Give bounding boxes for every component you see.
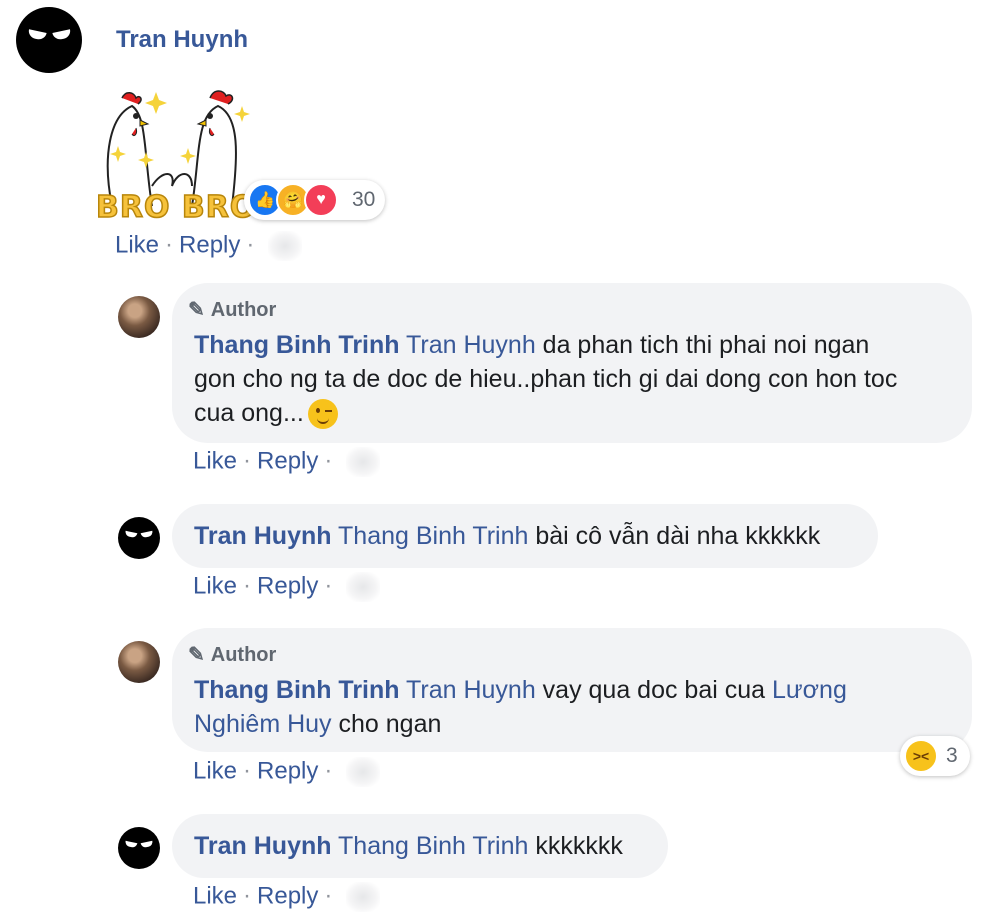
emoji-mouth <box>316 416 329 425</box>
emoji-eye <box>324 410 332 413</box>
reply-author[interactable]: Tran Huynh <box>194 522 332 550</box>
reply-line: Tran Huynh Thang Binh Trinh bài cô vẫn d… <box>194 519 820 553</box>
comment-actions: Like · Reply · <box>193 882 381 912</box>
author-badge: ✎ Author <box>188 638 276 672</box>
wink-emoji-icon <box>307 399 338 430</box>
reply-text-line: da phan tich thi phai noi ngan <box>542 331 870 359</box>
reply-text: bài cô vẫn dài nha kkkkkk <box>535 522 821 550</box>
eye-shape <box>27 29 47 41</box>
reply-text-line: gon cho ng ta de doc de hieu..phan tich … <box>194 365 898 393</box>
reply-line: Thang Binh Trinh Tran Huynh vay qua doc … <box>194 673 964 707</box>
love-icon: ♥ <box>304 183 338 217</box>
eye-shape <box>124 530 138 539</box>
separator: · <box>243 447 252 475</box>
reply-text-line: cho ngan <box>338 710 442 738</box>
separator: · <box>324 572 333 600</box>
reply-bubble: ✎ Author Thang Binh Trinh Tran Huynh vay… <box>172 628 972 752</box>
separator: · <box>243 882 252 910</box>
separator: · <box>243 572 252 600</box>
reply-text: Thang Binh Trinh Tran Huynh da phan tich… <box>194 328 964 430</box>
reply-link[interactable]: Reply <box>257 757 318 784</box>
reply-text: kkkkkkk <box>535 832 623 860</box>
mention-link[interactable]: Tran Huynh <box>406 331 536 359</box>
eye-shape <box>52 29 72 41</box>
reply-line: cua ong... <box>194 396 964 430</box>
separator: · <box>165 231 174 259</box>
avatar[interactable] <box>118 827 160 869</box>
reply-line: Tran Huynh Thang Binh Trinh kkkkkkk <box>194 829 623 863</box>
timestamp-blurred <box>346 572 381 602</box>
reply-text-line: cua ong... <box>194 399 304 427</box>
mention-link[interactable]: Thang Binh Trinh <box>338 522 528 550</box>
comment-author[interactable]: Tran Huynh <box>116 26 248 54</box>
comment-actions: Like · Reply · <box>193 572 381 602</box>
like-link[interactable]: Like <box>193 882 237 909</box>
eye-shape <box>124 840 138 849</box>
reaction-summary[interactable]: >< 3 <box>900 736 970 776</box>
mention-link[interactable]: Nghiêm Huy <box>194 710 332 738</box>
timestamp-blurred <box>346 757 381 787</box>
reply-bubble: Tran Huynh Thang Binh Trinh bài cô vẫn d… <box>172 504 878 568</box>
pencil-icon: ✎ <box>188 644 205 666</box>
mention-link[interactable]: Lương <box>772 676 847 704</box>
emoji-eye <box>315 408 320 414</box>
timestamp-blurred <box>346 447 381 477</box>
like-link[interactable]: Like <box>193 757 237 784</box>
comment-actions: Like · Reply · <box>193 447 381 477</box>
sticker[interactable]: BRO BRO <box>92 86 256 228</box>
author-badge-label: Author <box>210 299 277 321</box>
sticker-text: BRO BRO <box>95 189 257 226</box>
author-badge: ✎ Author <box>188 293 276 327</box>
eye-shape <box>140 840 154 849</box>
reply-author[interactable]: Thang Binh Trinh <box>194 676 400 704</box>
mention-link[interactable]: Tran Huynh <box>406 676 536 704</box>
separator: · <box>324 882 333 910</box>
separator: · <box>324 447 333 475</box>
reply-bubble: Tran Huynh Thang Binh Trinh kkkkkkk <box>172 814 668 878</box>
reply-bubble: ✎ Author Thang Binh Trinh Tran Huynh da … <box>172 283 972 443</box>
reply-text: Thang Binh Trinh Tran Huynh vay qua doc … <box>194 673 964 741</box>
timestamp-blurred <box>346 882 381 912</box>
reaction-summary[interactable]: 👍 🤗 ♥ 30 <box>244 180 386 220</box>
reply-text-line: vay qua doc bai cua <box>542 676 766 704</box>
reply-author[interactable]: Thang Binh Trinh <box>194 331 400 359</box>
reply-link[interactable]: Reply <box>257 572 318 599</box>
eye-shape <box>140 530 154 539</box>
reaction-count: 30 <box>352 188 376 211</box>
avatar[interactable] <box>118 641 160 683</box>
comment-actions: Like · Reply · <box>115 231 303 261</box>
reply-link[interactable]: Reply <box>257 447 318 474</box>
avatar[interactable] <box>118 517 160 559</box>
timestamp-blurred <box>268 231 303 261</box>
haha-icon: >< <box>904 739 938 773</box>
reaction-count: 3 <box>946 744 958 767</box>
reply-link[interactable]: Reply <box>257 882 318 909</box>
separator: · <box>243 757 252 785</box>
comment-actions: Like · Reply · <box>193 757 381 787</box>
reply-line: Nghiêm Huy cho ngan <box>194 707 964 741</box>
pencil-icon: ✎ <box>188 299 205 321</box>
like-link[interactable]: Like <box>193 447 237 474</box>
author-badge-label: Author <box>210 644 277 666</box>
reply-link[interactable]: Reply <box>179 231 240 258</box>
avatar[interactable] <box>16 7 82 73</box>
avatar[interactable] <box>118 296 160 338</box>
reply-line: Thang Binh Trinh Tran Huynh da phan tich… <box>194 328 964 362</box>
reply-author[interactable]: Tran Huynh <box>194 832 332 860</box>
separator: · <box>324 757 333 785</box>
like-link[interactable]: Like <box>115 231 159 258</box>
separator: · <box>246 231 255 259</box>
like-link[interactable]: Like <box>193 572 237 599</box>
mention-link[interactable]: Thang Binh Trinh <box>338 832 528 860</box>
